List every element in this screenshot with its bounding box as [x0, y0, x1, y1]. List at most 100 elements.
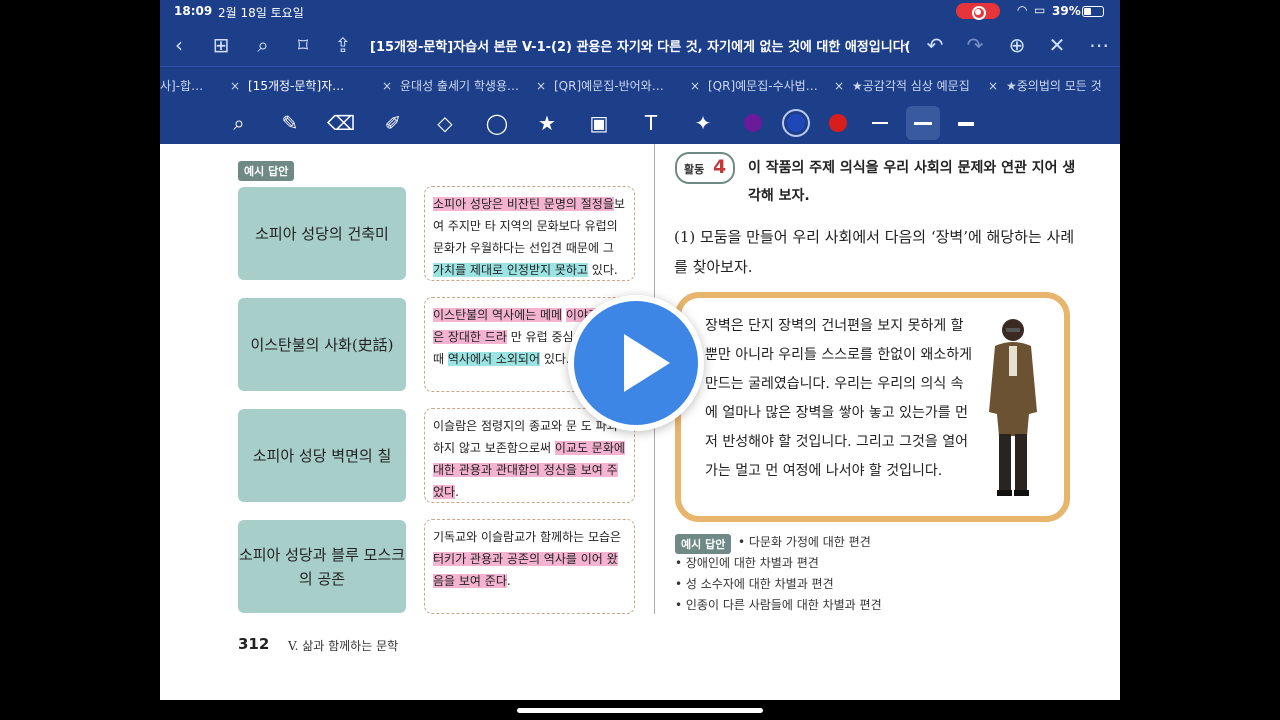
back-icon[interactable]: ‹ — [166, 32, 192, 58]
tab-label: ★공감각적 심상 예문집 — [852, 79, 970, 93]
undo-icon[interactable]: ↶ — [922, 32, 948, 58]
play-icon — [624, 334, 670, 392]
answer-text: 기독교와 이슬람교가 함께하는 모습은 — [433, 530, 622, 544]
highlighter-icon[interactable]: ✐ — [378, 108, 408, 138]
topic-label: 소피아 성당 벽면의 칠 — [252, 446, 392, 465]
tab[interactable]: × [QR]예문집-반어와… — [536, 67, 678, 103]
tab[interactable]: 사]-합… — [160, 67, 224, 103]
example-answer-tag-2: 예시 답안 — [675, 534, 732, 554]
tab-label: ★중의법의 모든 것 — [1006, 79, 1102, 93]
highlighted-text: 가치를 제대로 인정받지 못하고 — [433, 263, 588, 277]
answer-line: • 장애인에 대한 차별과 편견 — [675, 556, 819, 570]
tabs-bar: 사]-합… × [15개정-문학]자… × 윤대성 출세기 학생용… × [QR]예문집-반… — [160, 66, 1120, 102]
bookmark-icon[interactable]: ⌑ — [290, 32, 316, 58]
lasso-zoom-icon[interactable]: ⌕ — [224, 108, 254, 138]
add-page-icon[interactable]: ⊕ — [1004, 32, 1030, 58]
color-purple-swatch[interactable] — [744, 114, 762, 132]
tab-label: [15개정-문학]자… — [248, 79, 345, 93]
tab[interactable]: × ★중의법의 모든 것 — [988, 67, 1120, 103]
tab-label: 윤대성 출세기 학생용… — [400, 79, 519, 93]
screen-record-icon[interactable] — [956, 3, 1000, 20]
tab-close-icon[interactable]: × — [230, 79, 244, 93]
answer-line: • 성 소수자에 대한 차별과 편견 — [675, 577, 834, 591]
stroke-medium-option[interactable] — [914, 122, 932, 125]
answer-box: 소피아 성당은 비잔틴 문명의 절정을보여 주지만 타 지역의 문화보다 유럽의… — [424, 186, 635, 281]
grid-icon[interactable]: ⊞ — [208, 32, 234, 58]
quote-text: 장벽은 단지 장벽의 건너편을 보지 못하게 할 뿐만 아니라 우리들 스스로를… — [705, 318, 972, 479]
tab-close-icon[interactable]: × — [690, 79, 704, 93]
page-number: 312 — [238, 635, 270, 653]
lasso-icon[interactable]: ◯ — [482, 108, 512, 138]
tab[interactable]: × [15개정-문학]자… — [230, 67, 370, 103]
highlighted-text: 역사에서 소외되어 — [447, 352, 540, 366]
battery-percent: 39% — [1052, 4, 1081, 18]
tab[interactable]: × 윤대성 출세기 학생용… — [382, 67, 524, 103]
chapter-title: V. 삶과 함께하는 문학 — [288, 639, 399, 653]
home-indicator[interactable] — [517, 708, 763, 713]
shapes-icon[interactable]: ◇ — [430, 108, 460, 138]
answer-line: • 인종이 다른 사람들에 대한 차별과 편견 — [675, 598, 882, 612]
topic-label: 소피아 성당의 건축미 — [255, 224, 389, 243]
status-bar: 18:09 2월 18일 토요일 ◠ ▭ 39% — [160, 0, 1120, 22]
battery-icon — [1082, 6, 1104, 17]
image-icon[interactable]: ▣ — [584, 108, 614, 138]
eraser-icon[interactable]: ⌫ — [326, 108, 356, 138]
home-indicator-bar — [160, 700, 1120, 720]
redo-icon[interactable]: ↷ — [962, 32, 988, 58]
topic-box: 이스탄불의 사화(史話) — [238, 298, 406, 391]
highlighted-text: 터키가 관용과 공존의 역사를 이어 왔음을 보여 준다 — [433, 552, 618, 588]
tab-close-icon[interactable]: × — [382, 79, 396, 93]
stroke-thin-option[interactable] — [872, 122, 888, 124]
tab-close-icon[interactable]: × — [834, 79, 848, 93]
chevron-down-icon[interactable]: ⌄ — [902, 36, 911, 49]
highlighted-text: 소피아 성당은 비잔틴 문명의 절정을 — [433, 197, 614, 211]
answer-text: 있다. — [587, 263, 618, 277]
tab-close-icon[interactable]: × — [536, 79, 550, 93]
answer-box: 기독교와 이슬람교가 함께하는 모습은 터키가 관용과 공존의 역사를 이어 왔… — [424, 519, 635, 614]
status-time: 18:09 — [174, 4, 213, 18]
author-photo — [989, 319, 1037, 496]
answer-line: • 다문화 가정에 대한 편견 — [738, 535, 871, 549]
document-navbar: ‹ ⊞ ⌕ ⌑ ⇪ [15개정-문학]자습서 본문 V-1-(2) 관용은 자기… — [160, 24, 1120, 66]
answer-text: 있다. — [540, 352, 570, 366]
highlighted-text: 이스탄불의 역사에는 메메 — [433, 308, 563, 322]
tab-close-icon[interactable]: × — [988, 79, 1002, 93]
tab[interactable]: × ★공감각적 심상 예문집 — [834, 67, 978, 103]
laser-pointer-icon[interactable]: ✦ — [688, 108, 718, 138]
wifi-icon: ◠ — [1017, 3, 1028, 17]
color-red-swatch[interactable] — [829, 114, 847, 132]
topic-label: 이스탄불의 사화(史話) — [250, 335, 394, 354]
example-answer-tag: 예시 답안 — [238, 161, 295, 181]
answer-text: . — [455, 485, 459, 499]
stroke-thick-option[interactable] — [958, 122, 974, 126]
pen-icon[interactable]: ✎ — [275, 108, 305, 138]
activity-label: 활동 — [684, 163, 705, 176]
ipad-screen: 18:09 2월 18일 토요일 ◠ ▭ 39% ‹ ⊞ ⌕ ⌑ ⇪ [15개정… — [160, 0, 1120, 720]
document-title[interactable]: [15개정-문학]자습서 본문 V-1-(2) 관용은 자기와 다른 것, 자기… — [370, 36, 910, 55]
search-icon[interactable]: ⌕ — [250, 32, 276, 58]
sticker-icon[interactable]: ★ — [532, 108, 562, 138]
topic-label: 소피아 성당과 블루 모스크의 공존 — [238, 545, 406, 588]
answer-text: . — [506, 574, 511, 588]
tab-label: [QR]예문집-수사법… — [708, 79, 818, 93]
tab-label: [QR]예문집-반어와… — [554, 79, 664, 93]
topic-box: 소피아 성당 벽면의 칠 — [238, 409, 406, 502]
quote-box: 장벽은 단지 장벽의 건너편을 보지 못하게 할 뿐만 아니라 우리들 스스로를… — [675, 292, 1070, 522]
status-date: 2월 18일 토요일 — [218, 6, 304, 20]
screen: 18:09 2월 18일 토요일 ◠ ▭ 39% ‹ ⊞ ⌕ ⌑ ⇪ [15개정… — [0, 0, 1280, 720]
topic-box: 소피아 성당과 블루 모스크의 공존 — [238, 520, 406, 613]
annotation-toolbar: ⌕ ✎ ⌫ ✐ ◇ ◯ ★ ▣ T ✦ — [160, 102, 1120, 144]
document-page[interactable]: 예시 답안 소피아 성당의 건축미 소피아 성당은 비잔틴 문명의 절정을보여 주… — [160, 144, 1120, 700]
activity-title: 이 작품의 주제 의식을 우리 사회의 문제와 연관 지어 생각해 보자. — [748, 160, 1076, 204]
question-text: (1) 모둠을 만들어 우리 사회에서 다음의 ‘장벽’에 해당하는 사례를 찾… — [674, 228, 1075, 276]
color-blue-swatch[interactable] — [787, 114, 805, 132]
screen-mirror-icon: ▭ — [1034, 3, 1046, 17]
activity-number: 4 — [713, 156, 727, 178]
more-icon[interactable]: ⋯ — [1086, 32, 1112, 58]
battery-fill — [1084, 8, 1091, 15]
text-tool-icon[interactable]: T — [636, 108, 666, 138]
share-icon[interactable]: ⇪ — [330, 32, 356, 58]
video-play-button[interactable] — [568, 295, 704, 431]
close-edit-icon[interactable]: ✕ — [1044, 32, 1070, 58]
tab[interactable]: × [QR]예문집-수사법… — [690, 67, 822, 103]
